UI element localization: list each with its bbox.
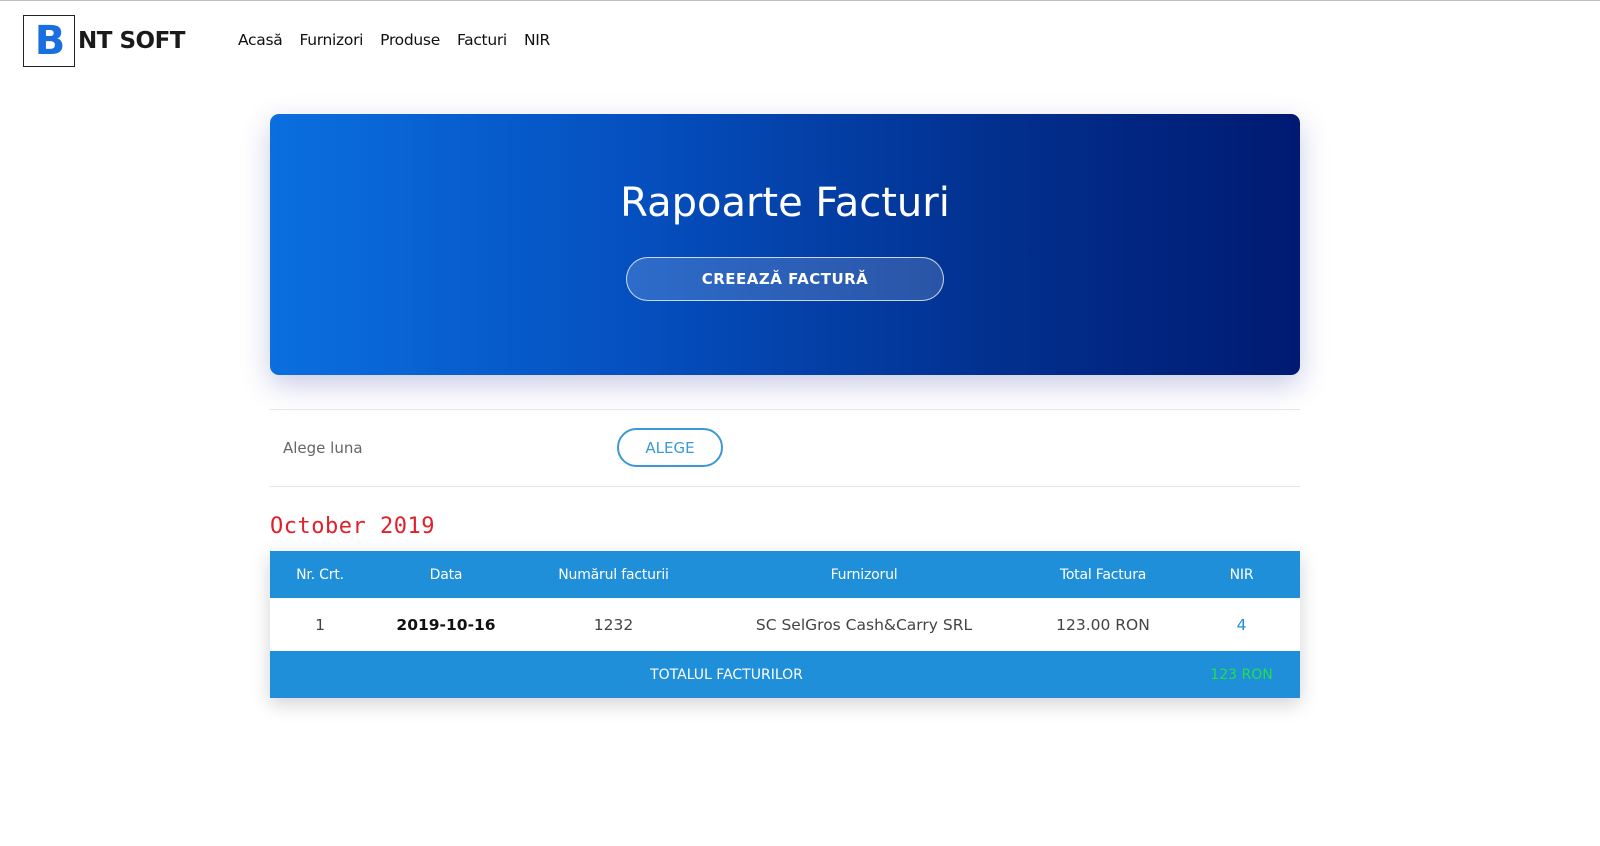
column-header-nr: Nr. Crt. — [296, 566, 344, 583]
choose-month-button[interactable]: ALEGE — [617, 428, 723, 467]
column-header-nir: NIR — [1229, 566, 1254, 583]
month-chooser-label: Alege luna — [283, 439, 363, 457]
column-header-data: Data — [429, 566, 463, 583]
cell-furnizor: SC SelGros Cash&Carry SRL — [755, 615, 973, 634]
table-header: Nr. Crt. Data Numărul facturii Furnizoru… — [270, 551, 1300, 598]
main-nav: Acasă Furnizori Produse Facturi NIR — [238, 31, 550, 49]
month-chooser: Alege luna ALEGE — [270, 409, 1300, 487]
column-header-furnizor: Furnizorul — [830, 566, 898, 583]
cell-data: 2019-10-16 — [396, 615, 496, 634]
total-value: 123 RON — [1210, 666, 1273, 683]
nav-item-facturi[interactable]: Facturi — [457, 31, 507, 49]
cell-total: 123.00 RON — [1056, 615, 1150, 634]
nir-link[interactable]: 4 — [1237, 616, 1247, 634]
total-label: TOTALUL FACTURILOR — [650, 666, 803, 683]
invoices-table: Nr. Crt. Data Numărul facturii Furnizoru… — [270, 551, 1300, 698]
create-invoice-button[interactable]: CREEAZĂ FACTURĂ — [626, 257, 944, 301]
nav-item-nir[interactable]: NIR — [524, 31, 550, 49]
logo-letter: B — [34, 18, 66, 64]
logo-text: NT SOFT — [78, 28, 185, 54]
month-heading: October 2019 — [270, 514, 435, 539]
nav-item-acasa[interactable]: Acasă — [238, 31, 283, 49]
nav-item-furnizori[interactable]: Furnizori — [299, 31, 363, 49]
page-title: Rapoarte Facturi — [620, 180, 950, 226]
logo-box: B — [23, 15, 75, 67]
table-row: 1 2019-10-16 1232 SC SelGros Cash&Carry … — [270, 598, 1300, 651]
hero-banner: Rapoarte Facturi CREEAZĂ FACTURĂ — [270, 114, 1300, 375]
table-footer: TOTALUL FACTURILOR 123 RON — [270, 651, 1300, 698]
cell-nr: 1 — [315, 615, 325, 634]
cell-numar: 1232 — [593, 615, 634, 634]
cell-nir: 4 — [1183, 616, 1300, 634]
column-header-numar: Numărul facturii — [558, 566, 669, 583]
logo[interactable]: B NT SOFT — [23, 15, 185, 67]
nav-item-produse[interactable]: Produse — [380, 31, 440, 49]
column-header-total: Total Factura — [1059, 566, 1147, 583]
